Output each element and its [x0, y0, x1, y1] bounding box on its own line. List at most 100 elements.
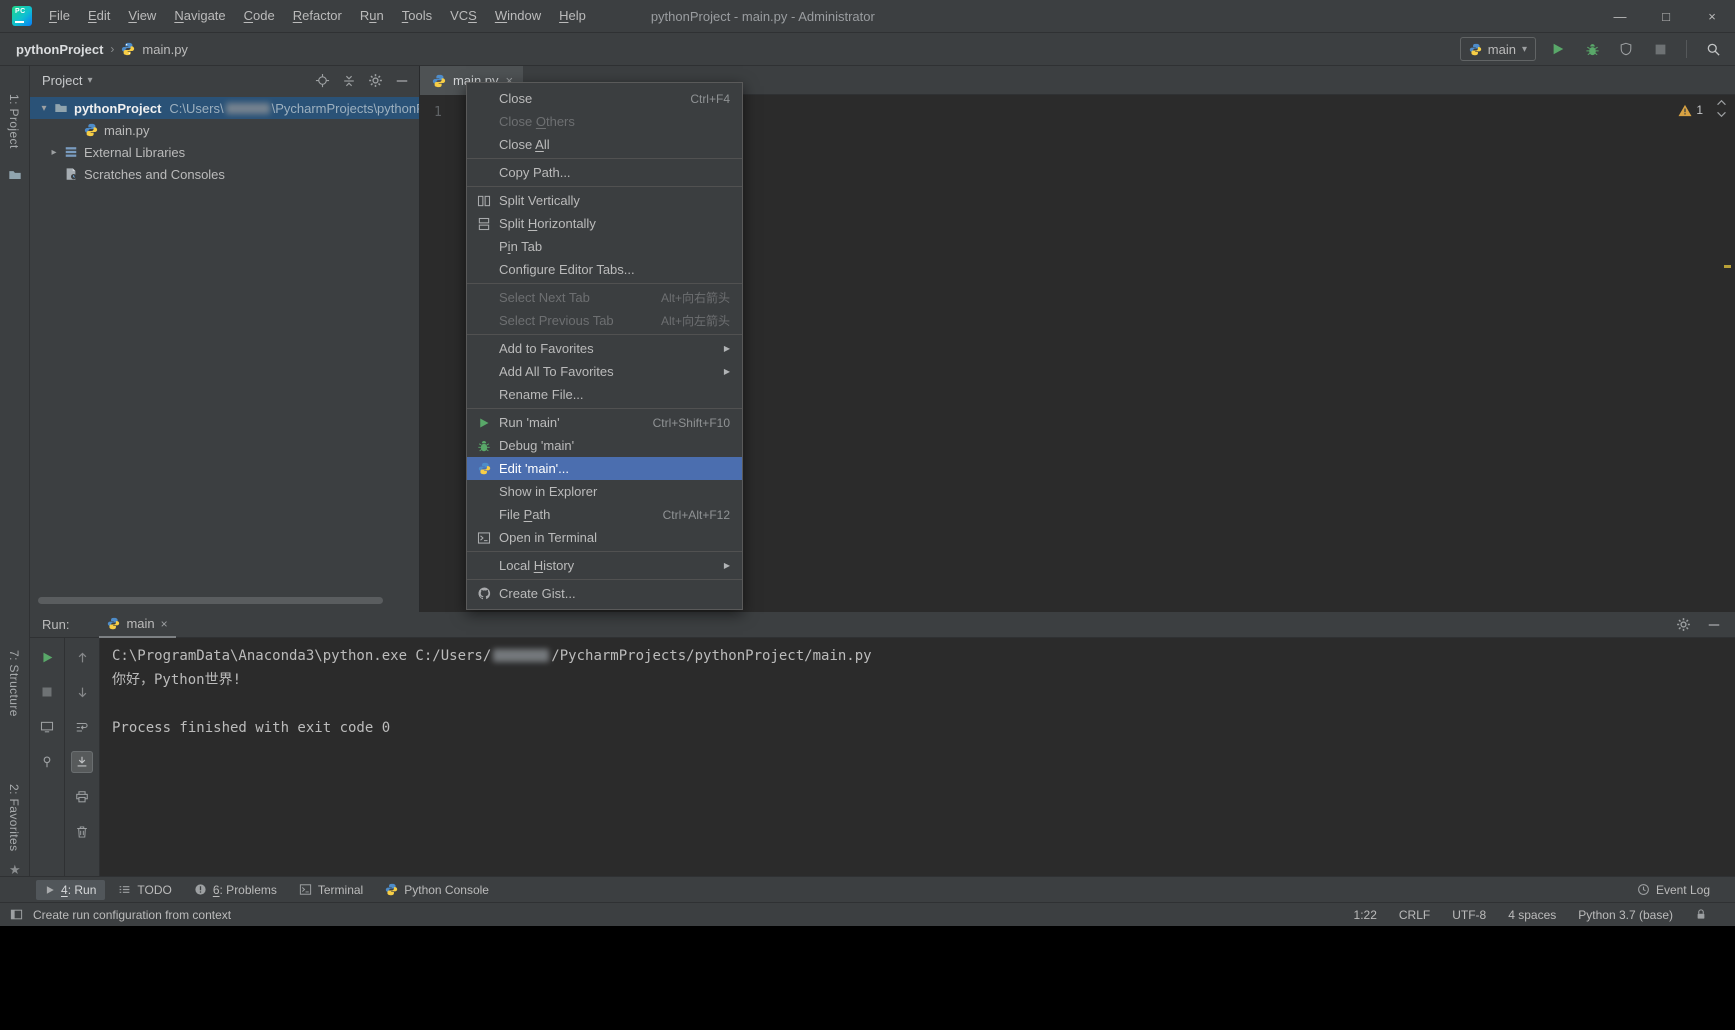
menu-item-copy-path[interactable]: Copy Path...	[467, 161, 742, 184]
menu-edit[interactable]: Edit	[79, 0, 119, 32]
gear-icon[interactable]	[368, 73, 383, 88]
toolbar-divider	[1686, 40, 1687, 58]
menu-tools[interactable]: Tools	[393, 0, 441, 32]
menu-item-pin-tab[interactable]: Pin Tab	[467, 235, 742, 258]
menu-item-add-all-to-favorites[interactable]: Add All To Favorites ▶	[467, 360, 742, 383]
python-icon	[385, 883, 398, 896]
terminal-icon	[299, 883, 312, 896]
scroll-to-end-button[interactable]	[71, 751, 93, 773]
tree-row-scratches[interactable]: Scratches and Consoles	[30, 163, 419, 185]
debug-button[interactable]	[1580, 37, 1604, 61]
restore-layout-button[interactable]	[36, 716, 58, 738]
horizontal-scrollbar[interactable]	[38, 597, 383, 604]
run-console[interactable]: C:\ProgramData\Anaconda3\python.exe C:/U…	[100, 638, 1735, 876]
hide-panel-icon[interactable]	[395, 74, 409, 88]
tool-button-event-log[interactable]: Event Log	[1628, 880, 1719, 900]
gear-icon[interactable]	[1676, 617, 1691, 632]
caret-position[interactable]: 1:22	[1354, 908, 1377, 922]
rerun-button[interactable]	[36, 646, 58, 668]
menu-file[interactable]: File	[40, 0, 79, 32]
tool-button-python-console[interactable]: Python Console	[376, 880, 498, 900]
breadcrumb-file[interactable]: main.py	[142, 42, 188, 57]
run-configuration-select[interactable]: main ▾	[1459, 37, 1536, 61]
menu-item-show-in-explorer[interactable]: Show in Explorer	[467, 480, 742, 503]
menu-item-debug-main[interactable]: Debug 'main'	[467, 434, 742, 457]
tree-expand-icon[interactable]: ▾	[38, 103, 50, 114]
tool-button-terminal[interactable]: Terminal	[290, 880, 372, 900]
project-panel-title[interactable]: Project	[42, 73, 82, 88]
menu-item-run-main[interactable]: Run 'main' Ctrl+Shift+F10	[467, 411, 742, 434]
menu-run[interactable]: Run	[351, 0, 393, 32]
run-button[interactable]	[1546, 37, 1570, 61]
menu-window[interactable]: Window	[486, 0, 550, 32]
pin-button[interactable]	[36, 751, 58, 773]
icon-spacer	[474, 484, 494, 500]
tool-button-favorites[interactable]: 2: Favorites	[7, 784, 21, 852]
collapse-all-icon[interactable]	[342, 74, 356, 88]
menu-item-edit-main[interactable]: Edit 'main'...	[467, 457, 742, 480]
menu-navigate[interactable]: Navigate	[165, 0, 234, 32]
tree-row-external-libraries[interactable]: ▸ External Libraries	[30, 141, 419, 163]
menu-bar: File Edit View Navigate Code Refactor Ru…	[40, 0, 595, 32]
tool-button-project[interactable]: 1: Project	[7, 94, 21, 149]
tool-button-todo[interactable]: TODO	[109, 880, 180, 900]
menu-item-local-history[interactable]: Local History ▶	[467, 554, 742, 577]
menu-item-file-path[interactable]: File Path Ctrl+Alt+F12	[467, 503, 742, 526]
chevron-up-icon[interactable]	[1716, 99, 1727, 106]
tool-window-toggle-icon[interactable]	[10, 908, 23, 921]
maximize-button[interactable]: □	[1643, 0, 1689, 32]
locate-file-icon[interactable]	[315, 73, 330, 88]
indent-indicator[interactable]: 4 spaces	[1508, 908, 1556, 922]
status-message: Create run configuration from context	[33, 907, 232, 922]
icon-spacer	[474, 341, 494, 357]
console-command-line: C:\ProgramData\Anaconda3\python.exe C:/U…	[112, 644, 1735, 668]
run-panel-header: Run: main ×	[30, 612, 1735, 638]
menu-vcs[interactable]: VCS	[441, 0, 486, 32]
icon-spacer	[474, 387, 494, 403]
print-button[interactable]	[71, 786, 93, 808]
project-folder-icon[interactable]	[8, 168, 22, 182]
menu-item-open-in-terminal[interactable]: Open in Terminal	[467, 526, 742, 549]
close-window-button[interactable]: ×	[1689, 0, 1735, 32]
menu-item-close[interactable]: Close Ctrl+F4	[467, 87, 742, 110]
submenu-arrow-icon: ▶	[723, 367, 730, 376]
interpreter-indicator[interactable]: Python 3.7 (base)	[1578, 908, 1673, 922]
menu-item-rename-file[interactable]: Rename File...	[467, 383, 742, 406]
coverage-button[interactable]	[1614, 37, 1638, 61]
inspections-widget[interactable]: 1	[1678, 103, 1703, 117]
menu-item-split-horizontally[interactable]: Split Horizontally	[467, 212, 742, 235]
run-tool-window: Run: main × C:\ProgramData\Anaconda3\pyt…	[30, 612, 1735, 876]
menu-code[interactable]: Code	[235, 0, 284, 32]
chevron-down-icon[interactable]: ▾	[87, 75, 92, 86]
breadcrumb-project[interactable]: pythonProject	[16, 42, 103, 57]
icon-spacer	[474, 91, 494, 107]
tree-collapse-icon[interactable]: ▸	[48, 147, 60, 158]
lock-icon[interactable]	[1695, 908, 1707, 921]
soft-wrap-button[interactable]	[71, 716, 93, 738]
tool-button-structure[interactable]: 7: Structure	[7, 650, 21, 717]
close-icon[interactable]: ×	[161, 617, 168, 631]
menu-item-create-gist[interactable]: Create Gist...	[467, 582, 742, 605]
encoding-indicator[interactable]: UTF-8	[1452, 908, 1486, 922]
tree-row-main-py[interactable]: main.py	[30, 119, 419, 141]
menu-refactor[interactable]: Refactor	[284, 0, 351, 32]
run-toolbar-secondary	[65, 638, 100, 876]
tool-button-problems[interactable]: 6: Problems	[185, 880, 286, 900]
menu-help[interactable]: Help	[550, 0, 595, 32]
menu-item-add-to-favorites[interactable]: Add to Favorites ▶	[467, 337, 742, 360]
menu-item-configure-editor-tabs[interactable]: Configure Editor Tabs...	[467, 258, 742, 281]
minimize-button[interactable]: —	[1597, 0, 1643, 32]
menu-item-split-vertically[interactable]: Split Vertically	[467, 189, 742, 212]
menu-view[interactable]: View	[119, 0, 165, 32]
run-tab-main[interactable]: main ×	[99, 612, 176, 638]
line-separator-indicator[interactable]: CRLF	[1399, 908, 1430, 922]
chevron-down-icon[interactable]	[1716, 111, 1727, 118]
tool-button-run[interactable]: 4: Run	[36, 879, 106, 900]
search-everywhere-button[interactable]	[1701, 37, 1725, 61]
hide-panel-icon[interactable]	[1707, 618, 1721, 632]
menu-separator	[467, 551, 742, 552]
tree-row-python-project[interactable]: ▾ pythonProject C:\Users\ \PycharmProject…	[30, 97, 419, 119]
clear-all-button[interactable]	[71, 821, 93, 843]
run-icon	[45, 885, 55, 895]
menu-item-close-all[interactable]: Close All	[467, 133, 742, 156]
